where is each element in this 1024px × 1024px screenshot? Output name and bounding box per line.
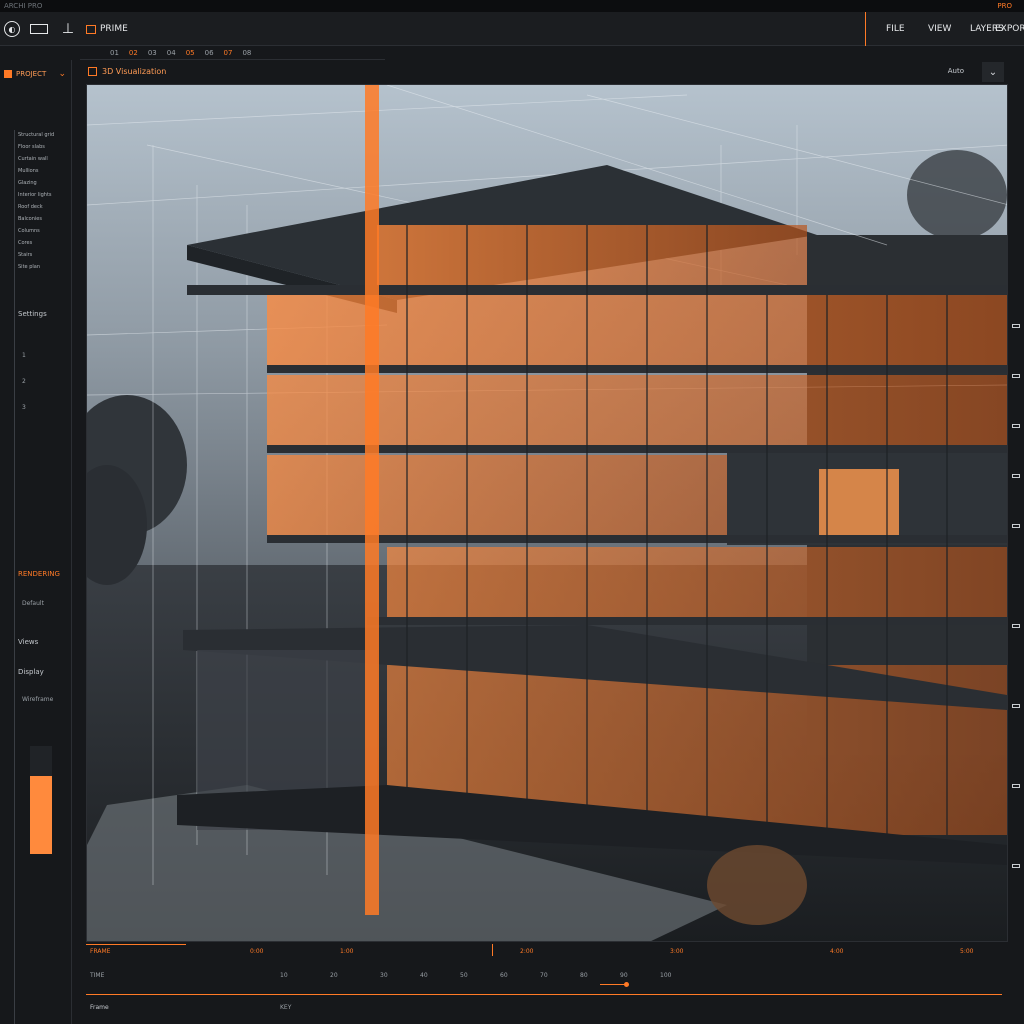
- project-selector[interactable]: PRIME: [86, 21, 142, 37]
- frame-number[interactable]: 50: [460, 972, 468, 979]
- chevron-down-icon[interactable]: ⌄: [982, 62, 1004, 82]
- section-settings[interactable]: Settings: [18, 310, 47, 318]
- tab-2[interactable]: 02: [129, 49, 138, 57]
- display-mode[interactable]: Wireframe: [22, 696, 53, 703]
- right-rail: [1010, 84, 1024, 942]
- folder-icon: [86, 24, 96, 34]
- project-label: PRIME: [100, 24, 128, 34]
- rail-marker[interactable]: [1012, 784, 1020, 788]
- time-mark: 4:00: [830, 948, 844, 955]
- sidebar-guide-line: [14, 130, 15, 1024]
- tool-tabs: 01 02 03 04 05 06 07 08: [80, 46, 385, 60]
- window-title: ARCHI PRO: [4, 2, 43, 10]
- rail-marker[interactable]: [1012, 864, 1020, 868]
- tab-6[interactable]: 06: [205, 49, 214, 57]
- frame-number[interactable]: 90: [620, 972, 628, 979]
- time-mark: 1:00: [340, 948, 354, 955]
- frame-number[interactable]: 10: [280, 972, 288, 979]
- rail-marker[interactable]: [1012, 704, 1020, 708]
- title-bar: ARCHI PRO PRO: [0, 0, 1024, 12]
- timeline-rule: [86, 944, 186, 945]
- rail-marker[interactable]: [1012, 524, 1020, 528]
- bottom-frame-label: Frame: [90, 1004, 109, 1011]
- section-display[interactable]: Display: [18, 668, 44, 676]
- timeline-baseline: [86, 994, 1002, 995]
- menu-file[interactable]: FILE: [886, 21, 905, 37]
- frame-number[interactable]: 70: [540, 972, 548, 979]
- scrub-handle[interactable]: [624, 982, 629, 987]
- time-mark: 3:00: [670, 948, 684, 955]
- layer-item[interactable]: Cores: [18, 240, 68, 252]
- viewport-icon: [88, 67, 97, 76]
- toolbar-divider: [865, 12, 866, 46]
- layer-list: Structural grid Floor slabs Curtain wall…: [18, 132, 68, 276]
- tab-5[interactable]: 05: [186, 49, 195, 57]
- rail-marker[interactable]: [1012, 374, 1020, 378]
- setting-item[interactable]: 1: [22, 352, 26, 359]
- layer-item[interactable]: Structural grid: [18, 132, 68, 144]
- rail-marker[interactable]: [1012, 324, 1020, 328]
- time-label: TIME: [90, 972, 105, 979]
- rail-marker[interactable]: [1012, 474, 1020, 478]
- timeline-panel: FRAME 0:00 1:00 2:00 3:00 4:00 5:00 TIME…: [80, 944, 1008, 1024]
- time-mark: 2:00: [520, 948, 534, 955]
- 3d-viewport[interactable]: [86, 84, 1008, 942]
- tab-8[interactable]: 08: [242, 49, 251, 57]
- section-rendering[interactable]: RENDERING: [18, 570, 60, 578]
- menu-view[interactable]: VIEW: [928, 21, 951, 37]
- tab-7[interactable]: 07: [224, 49, 233, 57]
- rendering-dropdown[interactable]: Default: [22, 600, 44, 607]
- window-icon[interactable]: [30, 24, 48, 34]
- time-mark: 0:00: [250, 948, 264, 955]
- frame-number[interactable]: 20: [330, 972, 338, 979]
- tab-3[interactable]: 03: [148, 49, 157, 57]
- layer-item[interactable]: Columns: [18, 228, 68, 240]
- tab-4[interactable]: 04: [167, 49, 176, 57]
- frame-number[interactable]: 40: [420, 972, 428, 979]
- top-toolbar: ◐ ⊥ PRIME FILE VIEW LAYERS EXPORT: [0, 12, 1024, 46]
- setting-item[interactable]: 2: [22, 378, 26, 385]
- frame-number[interactable]: 60: [500, 972, 508, 979]
- layer-item[interactable]: Interior lights: [18, 192, 68, 204]
- key-label: KEY: [280, 1004, 292, 1011]
- tab-1[interactable]: 01: [110, 49, 119, 57]
- playhead[interactable]: [492, 944, 493, 956]
- level-slider-fill[interactable]: [30, 776, 52, 854]
- status-label: PRO: [997, 2, 1012, 10]
- section-views[interactable]: Views: [18, 638, 38, 646]
- sidebar-header[interactable]: PROJECT ⌄: [0, 66, 72, 82]
- building-render: [87, 85, 1007, 941]
- frame-number[interactable]: 100: [660, 972, 671, 979]
- setting-item[interactable]: 3: [22, 404, 26, 411]
- layer-item[interactable]: Glazing: [18, 180, 68, 192]
- measure-tool-icon[interactable]: ⊥: [58, 21, 78, 37]
- frame-number[interactable]: 80: [580, 972, 588, 979]
- sidebar-title: PROJECT: [16, 70, 47, 78]
- time-mark: 5:00: [960, 948, 974, 955]
- frame-number[interactable]: 30: [380, 972, 388, 979]
- rail-marker[interactable]: [1012, 624, 1020, 628]
- view-mode-label[interactable]: Auto: [948, 67, 964, 75]
- layer-item[interactable]: Stairs: [18, 252, 68, 264]
- layer-item[interactable]: Balconies: [18, 216, 68, 228]
- panel-title: 3D Visualization: [102, 67, 167, 76]
- rail-marker[interactable]: [1012, 424, 1020, 428]
- layer-item[interactable]: Curtain wall: [18, 156, 68, 168]
- layer-item[interactable]: Site plan: [18, 264, 68, 276]
- left-sidebar: PROJECT ⌄ Structural grid Floor slabs Cu…: [0, 60, 72, 1024]
- project-icon: [4, 70, 12, 78]
- layer-item[interactable]: Roof deck: [18, 204, 68, 216]
- app-logo-icon[interactable]: ◐: [4, 21, 20, 37]
- layer-item[interactable]: Floor slabs: [18, 144, 68, 156]
- panel-header: 3D Visualization Auto ⌄: [80, 62, 1008, 82]
- layer-item[interactable]: Mullions: [18, 168, 68, 180]
- frame-label: FRAME: [90, 948, 111, 955]
- menu-export[interactable]: EXPORT: [995, 21, 1024, 37]
- chevron-down-icon[interactable]: ⌄: [58, 69, 66, 79]
